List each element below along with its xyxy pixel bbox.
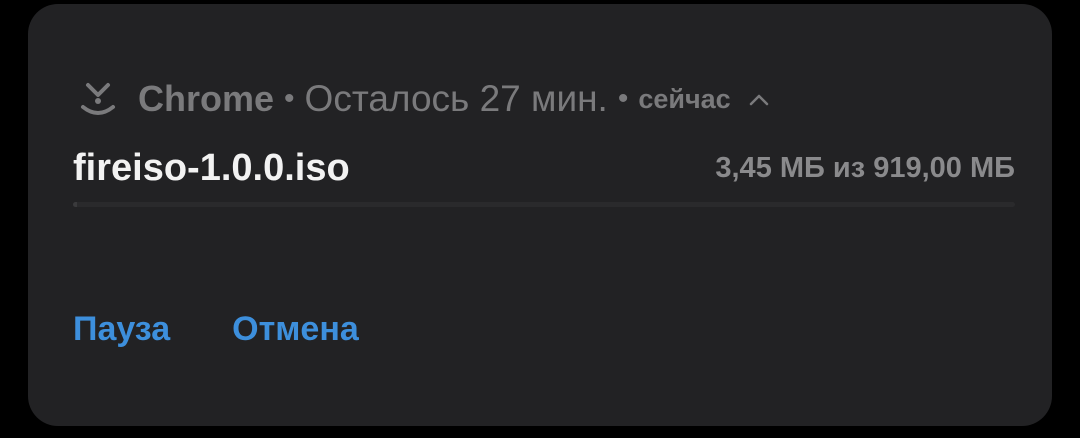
header-separator: • xyxy=(284,82,295,115)
notification-header: Chrome • Осталось 27 мин. • сейчас xyxy=(76,74,769,124)
header-separator: • xyxy=(617,82,629,115)
cancel-button[interactable]: Отмена xyxy=(232,310,359,349)
download-size-progress: 3,45 МБ из 919,00 МБ xyxy=(715,151,1015,184)
chevron-up-icon[interactable] xyxy=(749,89,769,109)
download-info-row: fireiso-1.0.0.iso 3,45 МБ из 919,00 МБ xyxy=(73,142,1015,194)
notification-actions: Пауза Отмена xyxy=(73,304,421,354)
notification-time: сейчас xyxy=(638,83,731,114)
app-name: Chrome xyxy=(138,78,275,119)
pause-button[interactable]: Пауза xyxy=(73,310,170,349)
time-remaining: Осталось 27 мин. xyxy=(304,78,608,119)
download-progress-bar xyxy=(73,202,1015,207)
download-notification-card[interactable]: Chrome • Осталось 27 мин. • сейчас firei… xyxy=(28,4,1052,426)
file-name: fireiso-1.0.0.iso xyxy=(73,146,350,189)
download-icon xyxy=(76,77,120,121)
download-progress-fill xyxy=(73,202,77,207)
